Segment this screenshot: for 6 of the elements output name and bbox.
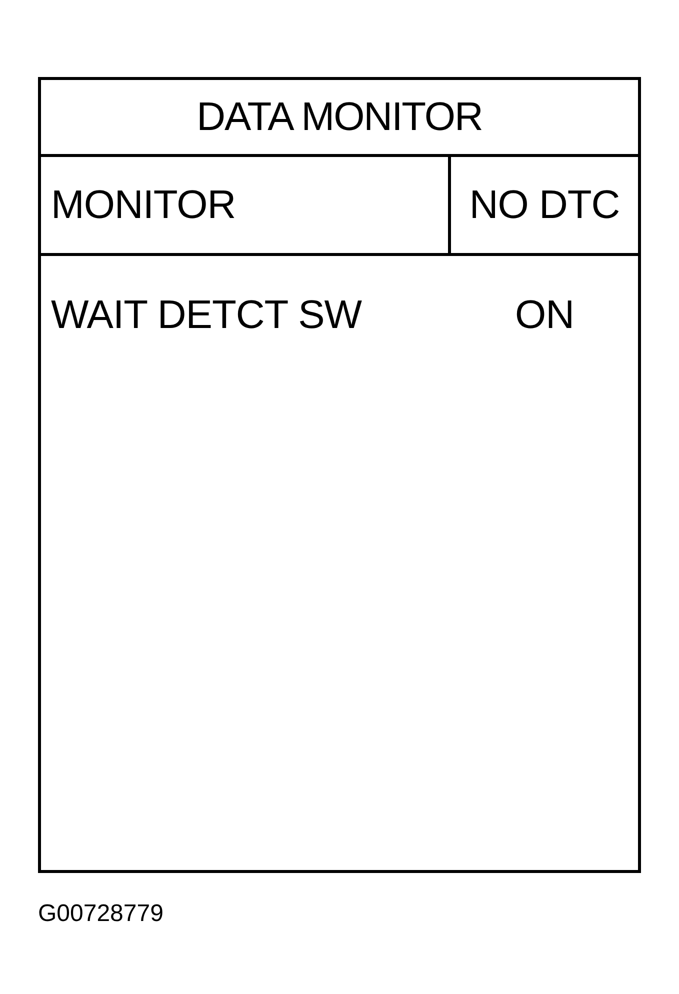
figure-id: G00728779 — [38, 900, 164, 928]
mode-label: MONITOR — [41, 157, 451, 253]
status-text: NO DTC — [468, 182, 621, 228]
screen-title: DATA MONITOR — [41, 80, 638, 157]
item-value: ON — [515, 293, 574, 338]
item-name: WAIT DETCT SW — [50, 293, 362, 338]
